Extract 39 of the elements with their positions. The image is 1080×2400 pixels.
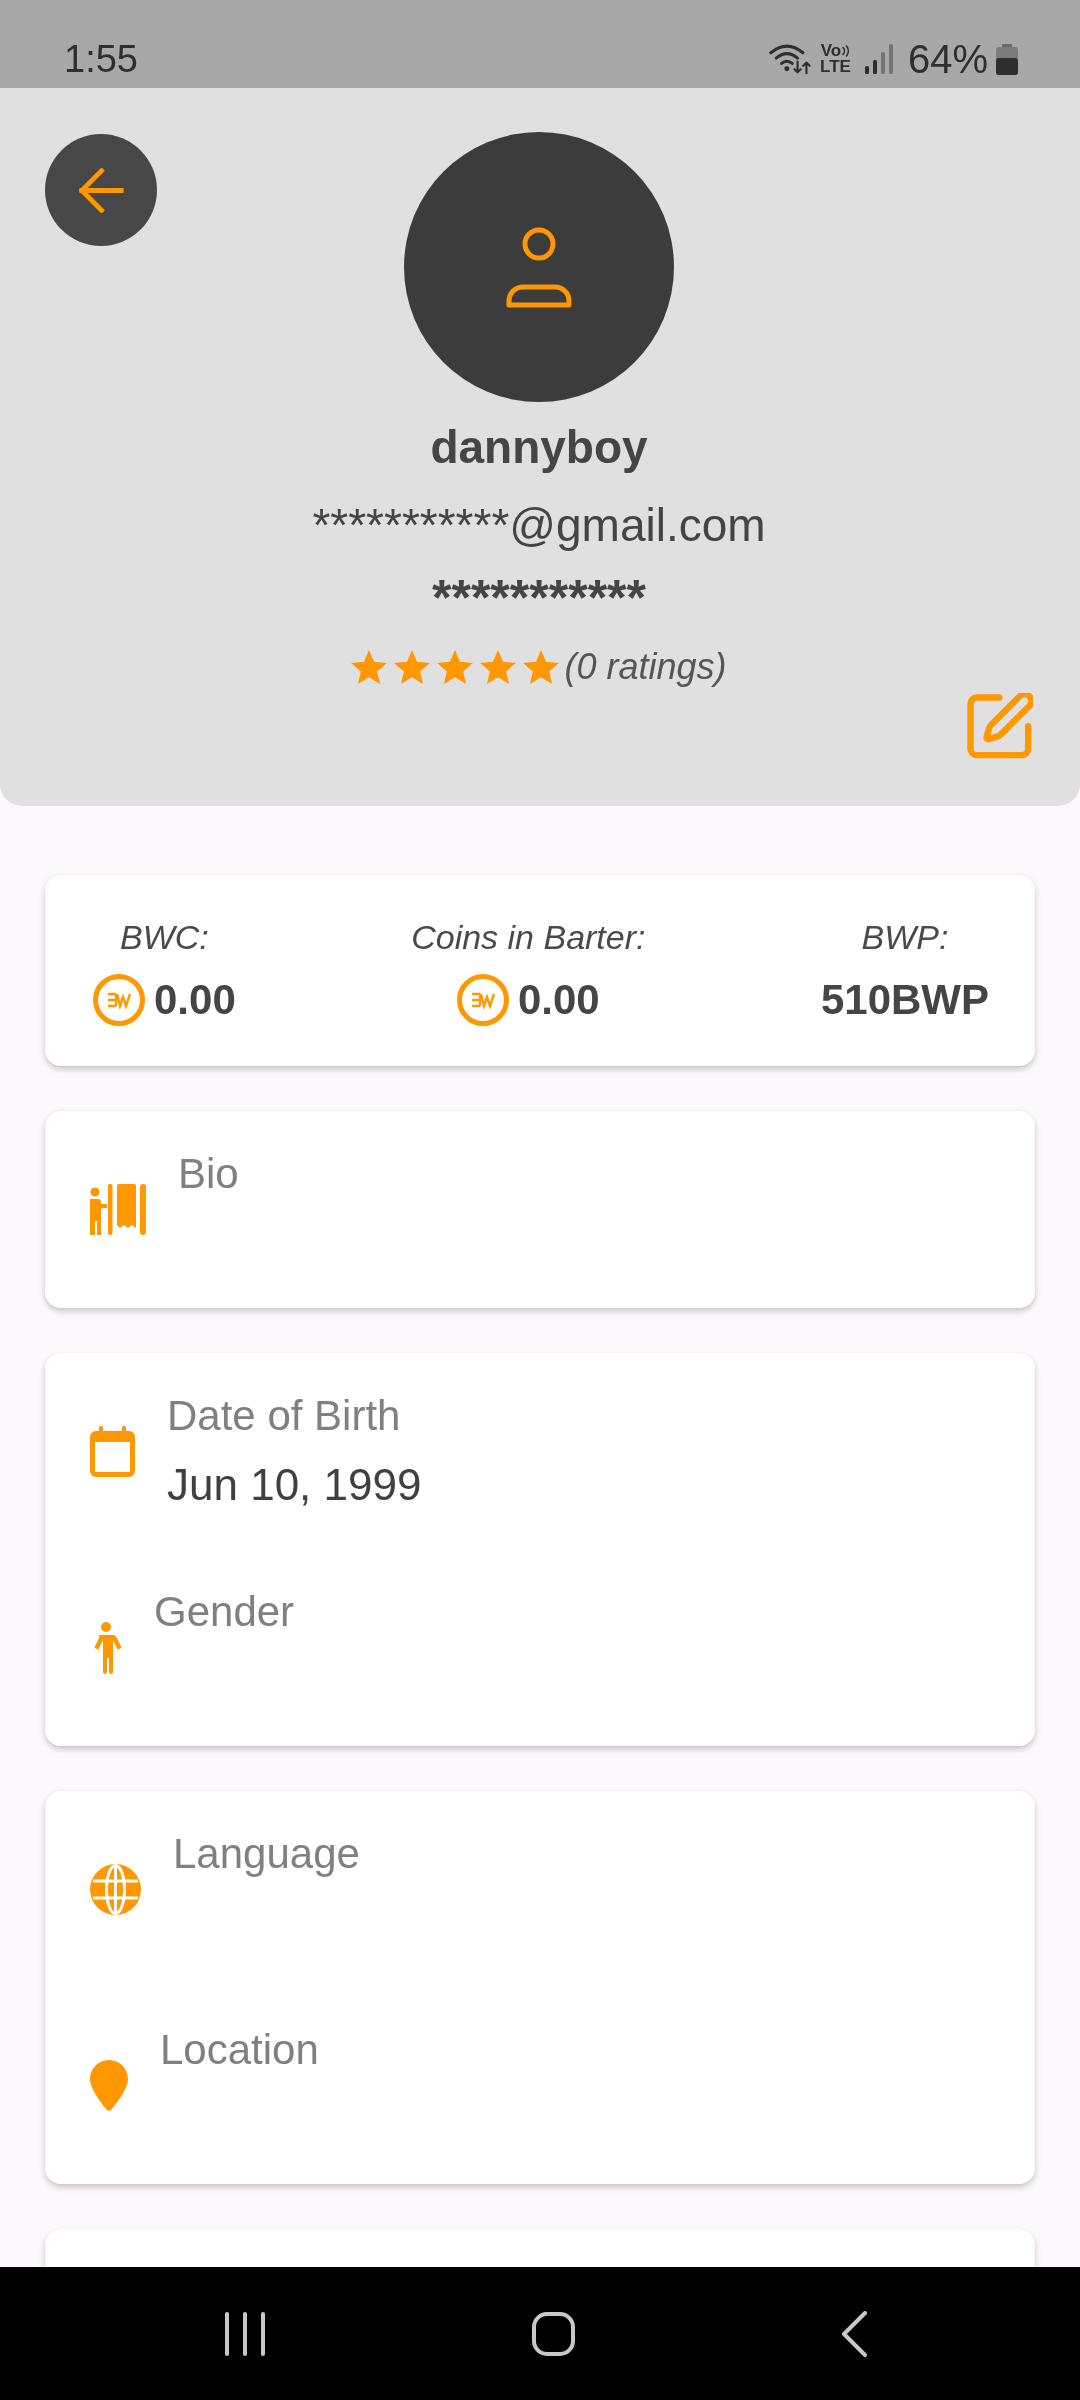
wifi-icon (769, 43, 812, 75)
waves-icon (842, 45, 851, 57)
coin-icon (93, 974, 145, 1026)
time-text: 1:55 (64, 37, 138, 81)
recent-apps-icon[interactable] (225, 2311, 265, 2356)
network-type-label: LTE (820, 59, 851, 75)
balance-value: 0.00 (517, 975, 600, 1025)
person-icon (504, 226, 574, 308)
home-icon[interactable] (531, 2311, 575, 2356)
star-icon (523, 650, 560, 684)
email-text: ***********@gmail.com (312, 500, 766, 550)
username-text: dannyboy (430, 420, 648, 475)
field-value: Jun 10, 1999 (167, 1459, 422, 1511)
calendar-icon (90, 1426, 135, 1477)
location-pin-icon (90, 2060, 128, 2111)
signal-icon (864, 44, 893, 74)
network-type-label: Vo (820, 43, 842, 59)
star-icon (480, 650, 517, 684)
balance-label: BWP: (861, 917, 949, 958)
star-icon (351, 650, 388, 684)
person-cabinet-icon (90, 1184, 146, 1235)
star-icon (394, 650, 431, 684)
globe-icon (90, 1864, 141, 1915)
battery-icon (996, 43, 1018, 75)
field-label: Bio (178, 1149, 239, 1199)
star-icon (437, 650, 474, 684)
battery-percent-text: 64% (907, 37, 988, 81)
coin-icon (456, 974, 509, 1026)
field-label: Date of Birth (167, 1391, 402, 1441)
balance-value: 510BWP (820, 975, 989, 1025)
password-text: *********** (431, 573, 646, 623)
balance-value: 0.00 (154, 975, 236, 1025)
field-label: Language (173, 1829, 360, 1879)
field-label: Location (160, 2025, 319, 2075)
balance-label: Coins in Barter: (411, 917, 646, 958)
back-icon[interactable] (841, 2310, 867, 2357)
rating-count-text: (0 ratings) (564, 645, 727, 689)
field-label: Gender (154, 1587, 295, 1637)
balance-label: BWC: (120, 917, 209, 958)
